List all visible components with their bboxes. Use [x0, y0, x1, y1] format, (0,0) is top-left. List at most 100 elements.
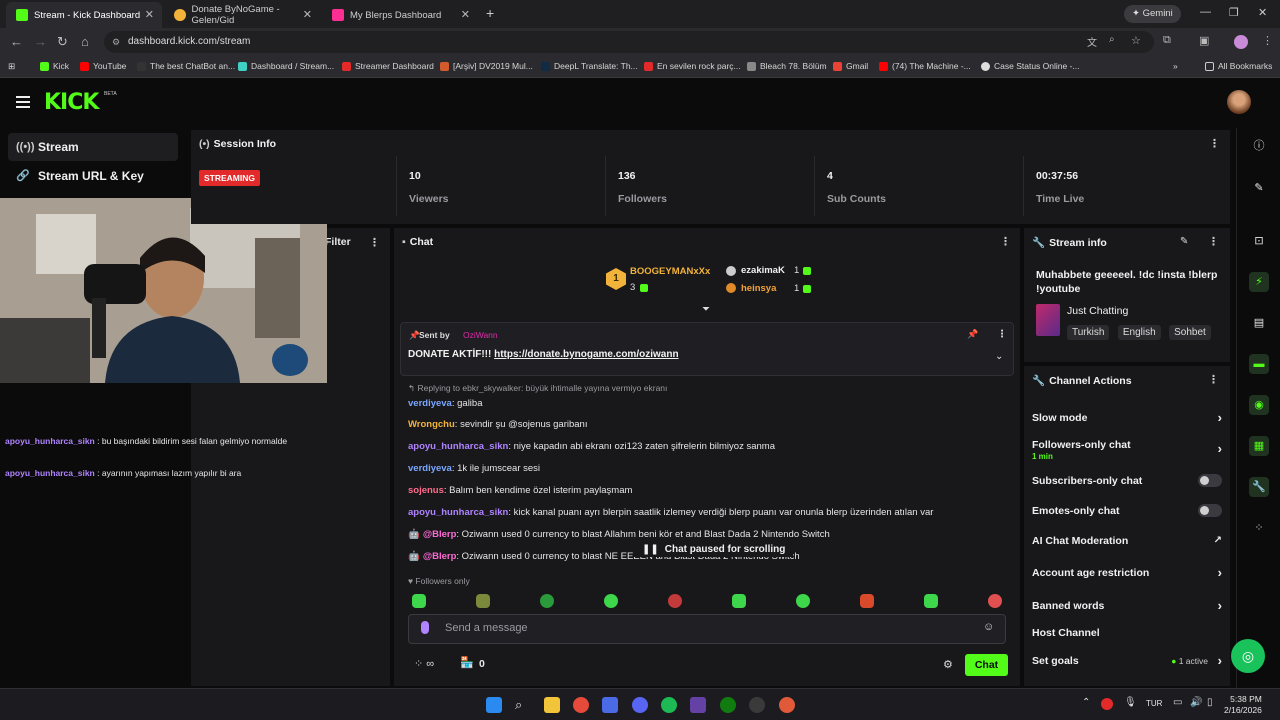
back-icon[interactable]: ← [10, 34, 23, 49]
emote-icon[interactable] [604, 594, 618, 608]
clipboard-icon[interactable]: ▤ [1249, 313, 1269, 333]
gemini-button[interactable]: ✦ Gemini [1124, 5, 1181, 23]
file-explorer-icon[interactable] [544, 697, 560, 713]
microphone-icon[interactable]: 🎙 [1124, 697, 1137, 708]
bookmark-bleach[interactable]: Bleach 78. Bölüm [747, 61, 827, 71]
start-windows-icon[interactable] [486, 697, 502, 713]
emote-icon[interactable] [988, 594, 1002, 608]
chat-username[interactable]: @Blerp [423, 551, 457, 562]
expand-leaderboard-icon[interactable]: ⏷ [702, 304, 710, 315]
bookmark-gmail[interactable]: Gmail [833, 61, 868, 71]
user-avatar[interactable] [1227, 90, 1251, 114]
leaderboard-name[interactable]: BOOGEYMANxXx [630, 266, 710, 277]
tray-chevron-icon[interactable]: ⌃ [1082, 697, 1090, 708]
all-bookmarks[interactable]: All Bookmarks [1205, 61, 1272, 71]
emote-icon[interactable] [412, 594, 426, 608]
bookmark-youtube[interactable]: YouTube [80, 61, 126, 71]
stream-info-menu-icon[interactable]: ⋮ [1208, 235, 1219, 248]
action-ai-chat-moderation[interactable]: AI Chat Moderation ↗ [1032, 535, 1222, 547]
chat-username[interactable]: apoyu_hunharca_sikn [5, 468, 95, 478]
menu-hamburger-icon[interactable] [16, 96, 30, 108]
emote-icon[interactable] [732, 594, 746, 608]
streamlabs-icon[interactable] [690, 697, 706, 713]
category-thumbnail[interactable] [1036, 304, 1060, 336]
chat-icon[interactable]: ▬ [1249, 354, 1269, 374]
translate-icon[interactable]: 文 [1087, 34, 1097, 49]
tab-donate-bynogame[interactable]: Donate ByNoGame - Gelen/Gid ✕ [164, 2, 320, 28]
bookmark-star-icon[interactable]: ☆ [1131, 34, 1141, 47]
action-account-age-restriction[interactable]: Account age restriction › [1032, 565, 1222, 580]
battery-icon[interactable]: ▯ [1207, 697, 1213, 708]
bookmark-dv2019[interactable]: [Arşiv] DV2019 Mul... [440, 61, 533, 71]
new-tab-icon[interactable]: + [486, 5, 494, 21]
site-info-icon[interactable]: ⚙ [112, 31, 120, 53]
action-banned-words[interactable]: Banned words › [1032, 598, 1222, 613]
category-name[interactable]: Just Chatting [1067, 305, 1128, 317]
support-chat-button[interactable]: ◎ [1231, 639, 1265, 673]
layout-icon[interactable]: ▦ [1249, 436, 1269, 456]
chat-username[interactable]: @Blerp [423, 529, 457, 540]
pinned-menu-icon[interactable]: ⋮ [997, 329, 1007, 340]
action-slow-mode[interactable]: Slow mode › [1032, 410, 1222, 425]
lightning-icon[interactable]: ⚡ [1249, 272, 1269, 292]
obs-icon[interactable] [749, 697, 765, 713]
discord-icon[interactable] [632, 697, 648, 713]
nav-stream[interactable]: ((•)) Stream [8, 133, 178, 161]
tray-app-icon[interactable] [1101, 698, 1113, 710]
sidepanel-icon[interactable]: ▣ [1199, 34, 1209, 47]
channel-actions-menu-icon[interactable]: ⋮ [1208, 373, 1219, 386]
filter-label[interactable]: Filter [325, 236, 351, 248]
emoji-icon[interactable]: ☺ [983, 621, 994, 633]
extensions-icon[interactable]: ⧉ [1163, 34, 1171, 47]
send-chat-button[interactable]: Chat [965, 654, 1008, 676]
emote-icon[interactable] [924, 594, 938, 608]
edit-pencil-icon[interactable]: ✎ [1180, 236, 1188, 247]
capture-icon[interactable]: ⊡ [1249, 231, 1269, 251]
forward-icon[interactable]: → [34, 34, 47, 49]
microphone-icon[interactable] [421, 621, 429, 634]
info-icon[interactable]: ⓘ [1249, 136, 1269, 156]
emotes-only-toggle[interactable] [1198, 504, 1222, 517]
chat-paused-indicator[interactable]: ❚❚ Chat paused for scrolling [634, 542, 794, 557]
home-icon[interactable]: ⌂ [81, 34, 89, 49]
chat-username[interactable]: sojenus [408, 485, 444, 496]
more-bookmarks-icon[interactable]: » [1173, 61, 1178, 71]
chrome-icon[interactable] [573, 697, 589, 713]
dots-icon[interactable]: ⁘ [1249, 518, 1269, 538]
tag-chip[interactable]: English [1117, 325, 1161, 340]
store-icon[interactable] [602, 697, 618, 713]
spotify-icon[interactable] [661, 697, 677, 713]
chat-username[interactable]: verdiyeva [408, 398, 452, 409]
action-host-channel[interactable]: Host Channel [1032, 627, 1222, 639]
kick-logo[interactable]: KICK [44, 90, 99, 115]
window-close-icon[interactable]: ✕ [1258, 6, 1267, 19]
minimize-icon[interactable]: — [1200, 6, 1211, 18]
action-set-goals[interactable]: Set goals ● 1 active › [1032, 653, 1222, 668]
pin-toggle-icon[interactable]: 📌 [967, 329, 978, 340]
browser-menu-icon[interactable]: ⋮ [1262, 34, 1273, 47]
volume-icon[interactable]: 🔊 [1190, 697, 1202, 708]
tab-blerps-dashboard[interactable]: My Blerps Dashboard ✕ [322, 2, 478, 28]
bookmark-rock[interactable]: En sevilen rock parç... [644, 61, 741, 71]
pinned-sender[interactable]: OziWann [463, 330, 498, 340]
message-input[interactable] [445, 622, 945, 634]
zoom-icon[interactable]: ⌕ [1109, 34, 1115, 45]
subscribers-only-toggle[interactable] [1198, 474, 1222, 487]
pinned-link[interactable]: https://donate.bynogame.com/oziwann [494, 349, 678, 360]
chat-username[interactable]: apoyu_hunharca_sikn [5, 436, 95, 446]
chat-menu-icon[interactable]: ⋮ [1000, 235, 1011, 248]
bookmark-kick[interactable]: Kick [40, 61, 69, 71]
xbox-icon[interactable] [720, 697, 736, 713]
tab-kick-dashboard[interactable]: Stream - Kick Dashboard ✕ [6, 2, 162, 28]
chat-username[interactable]: apoyu_hunharca_sikn [408, 507, 508, 518]
bookmark-case-status[interactable]: Case Status Online -... [981, 61, 1080, 71]
apps-grid-icon[interactable]: ⊞ [8, 61, 15, 72]
bookmark-dashboard[interactable]: Dashboard / Stream... [238, 61, 334, 71]
tag-chip[interactable]: Turkish [1067, 325, 1110, 340]
system-clock[interactable]: 5:38 PM 2/16/2026 [1224, 694, 1262, 716]
close-tab-icon[interactable]: ✕ [303, 8, 312, 21]
store-icon[interactable]: 🏪 [460, 656, 474, 669]
emote-icon[interactable] [796, 594, 810, 608]
filter-menu-icon[interactable]: ⋮ [369, 236, 380, 249]
chat-username[interactable]: Wrongchu [408, 419, 455, 430]
